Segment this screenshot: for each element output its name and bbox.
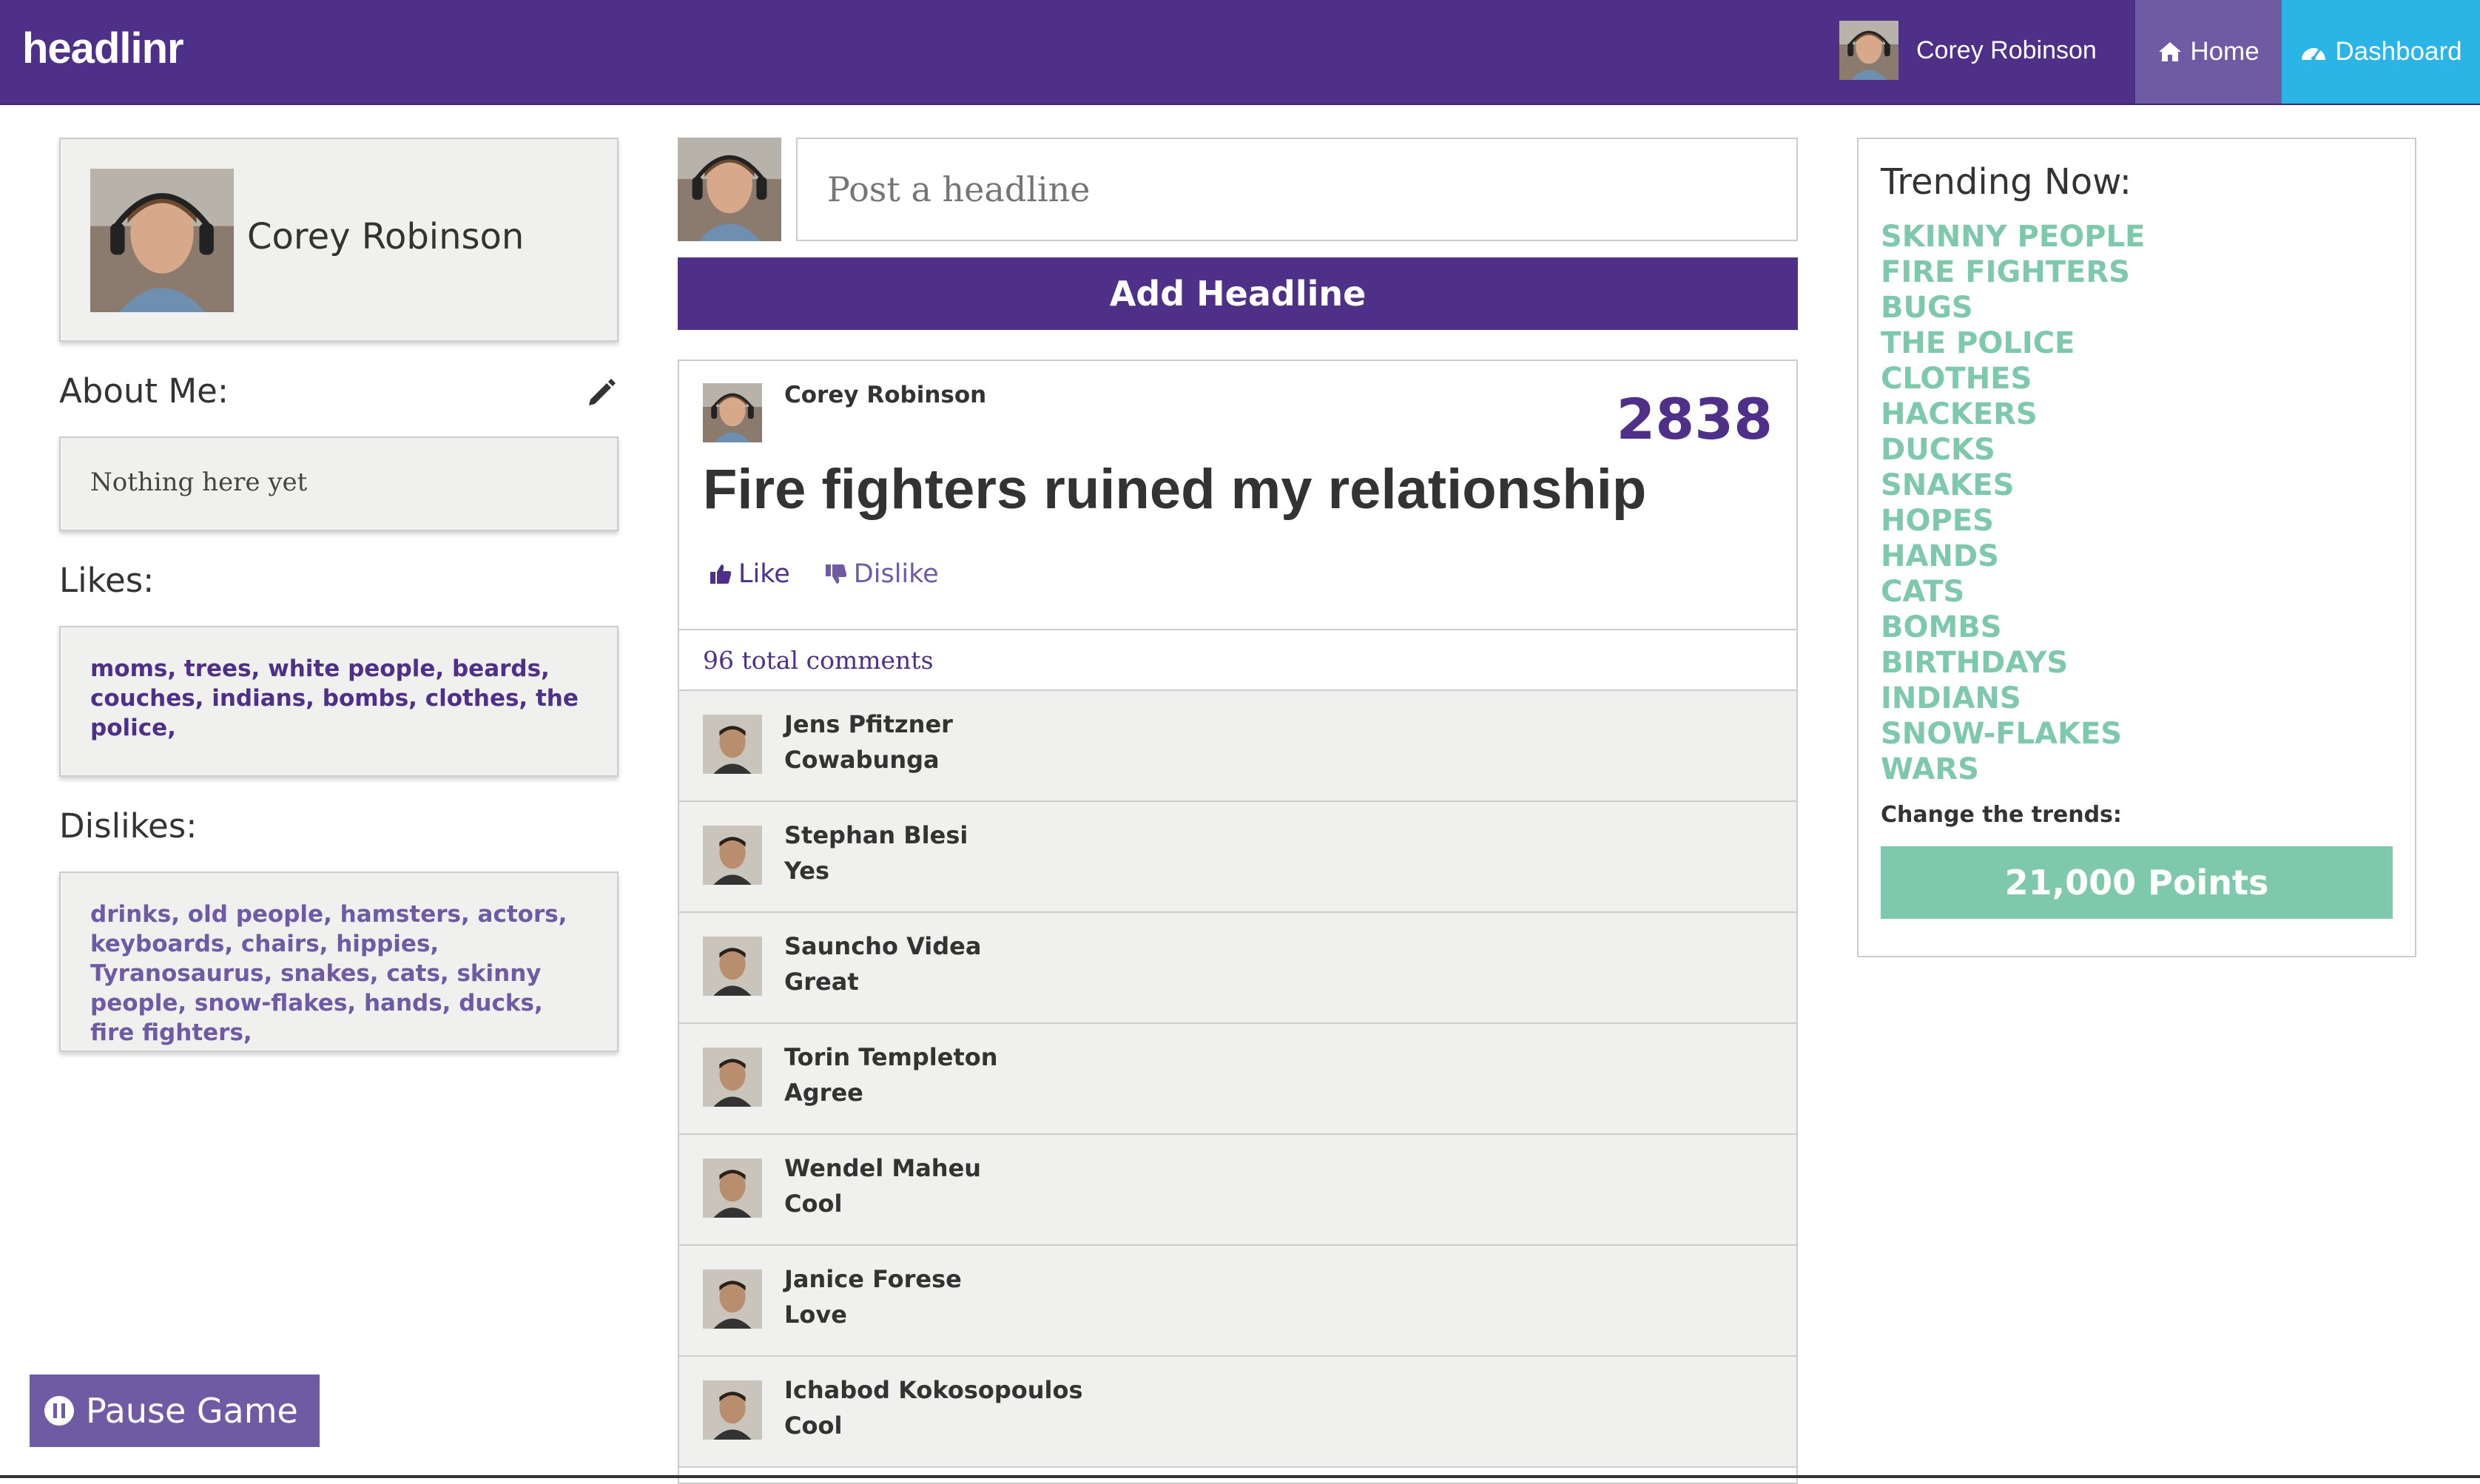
- commenter-avatar: [703, 715, 762, 774]
- trending-item[interactable]: FIRE FIGHTERS: [1881, 254, 2145, 290]
- headline-post-card: Corey Robinson 2838 Fire fighters ruined…: [678, 360, 1798, 1484]
- trending-item[interactable]: SNOW-FLAKES: [1881, 716, 2145, 752]
- points-button[interactable]: 21,000 Points: [1881, 846, 2393, 919]
- about-me-heading: About Me:: [59, 371, 229, 411]
- nav-home-label: Home: [2190, 37, 2260, 66]
- nav-home-link[interactable]: Home: [2135, 0, 2282, 104]
- comment-item: Wendel Maheu Cool: [679, 1135, 1796, 1246]
- commenter-name: Sauncho Videa: [784, 932, 982, 960]
- headline-input[interactable]: [796, 138, 1798, 241]
- trending-item[interactable]: HANDS: [1881, 539, 2145, 574]
- profile-card: Corey Robinson: [59, 138, 619, 342]
- home-icon: [2159, 42, 2182, 61]
- pause-icon: [44, 1396, 74, 1426]
- trending-item[interactable]: THE POLICE: [1881, 326, 2145, 361]
- commenter-avatar: [703, 1048, 762, 1107]
- post-score: 2838: [1616, 386, 1773, 452]
- trending-list: SKINNY PEOPLE FIRE FIGHTERS BUGS THE POL…: [1881, 219, 2145, 787]
- about-me-text: Nothing here yet: [90, 468, 308, 497]
- profile-name: Corey Robinson: [247, 216, 525, 257]
- comment-text: Yes: [784, 857, 829, 885]
- comment-item: Janice Forese Love: [679, 1246, 1796, 1357]
- like-button[interactable]: Like: [709, 559, 790, 589]
- nav-dashboard-label: Dashboard: [2335, 37, 2462, 66]
- trending-item[interactable]: CATS: [1881, 574, 2145, 610]
- top-navbar: headlinr Corey Robinson Home Dashboard: [0, 0, 2480, 105]
- bottom-border: [0, 1475, 2480, 1478]
- comment-item: Stephan Blesi Yes: [679, 802, 1796, 913]
- trending-item[interactable]: BUGS: [1881, 290, 2145, 326]
- nav-user-name: Corey Robinson: [1916, 36, 2097, 64]
- pencil-icon[interactable]: [586, 376, 619, 408]
- nav-user-menu[interactable]: Corey Robinson: [1839, 21, 2097, 80]
- trending-item[interactable]: HACKERS: [1881, 397, 2145, 432]
- dislikes-heading: Dislikes:: [59, 806, 198, 846]
- post-headline: Fire fighters ruined my relationship: [703, 458, 1647, 521]
- post-author-avatar: [703, 383, 762, 442]
- trending-title: Trending Now:: [1881, 161, 2132, 203]
- comments-count[interactable]: 96 total comments: [679, 629, 1796, 691]
- trending-item[interactable]: DUCKS: [1881, 432, 2145, 468]
- likes-card: moms, trees, white people, beards, couch…: [59, 626, 619, 777]
- commenter-name: Wendel Maheu: [784, 1154, 982, 1182]
- comment-text: Love: [784, 1301, 847, 1329]
- thumbs-down-icon: [825, 564, 847, 584]
- thumbs-up-icon: [710, 564, 732, 584]
- change-trends-label: Change the trends:: [1881, 802, 2122, 828]
- composer-avatar: [678, 138, 781, 241]
- comment-text: Cowabunga: [784, 746, 940, 774]
- commenter-name: Stephan Blesi: [784, 821, 968, 849]
- add-headline-button[interactable]: Add Headline: [678, 257, 1798, 330]
- trending-card: Trending Now: SKINNY PEOPLE FIRE FIGHTER…: [1857, 138, 2416, 957]
- trending-item[interactable]: HOPES: [1881, 503, 2145, 539]
- pause-game-button[interactable]: Pause Game: [30, 1375, 320, 1447]
- trending-item[interactable]: SKINNY PEOPLE: [1881, 219, 2145, 254]
- comment-text: Agree: [784, 1079, 863, 1107]
- dislikes-card: drinks, old people, hamsters, actors, ke…: [59, 871, 619, 1052]
- likes-list: moms, trees, white people, beards, couch…: [90, 655, 579, 741]
- comment-text: Cool: [784, 1412, 843, 1440]
- dislike-button[interactable]: Dislike: [824, 559, 939, 589]
- commenter-name: Jens Pfitzner: [784, 710, 953, 738]
- commenter-name: Ichabod Kokosopoulos: [784, 1376, 1083, 1404]
- trending-item[interactable]: WARS: [1881, 752, 2145, 787]
- commenter-name: Janice Forese: [784, 1265, 962, 1293]
- trending-item[interactable]: BOMBS: [1881, 610, 2145, 645]
- post-actions: Like Dislike: [709, 559, 973, 589]
- pause-game-label: Pause Game: [86, 1391, 298, 1431]
- commenter-avatar: [703, 1158, 762, 1218]
- commenter-name: Torin Templeton: [784, 1043, 998, 1071]
- trending-item[interactable]: SNAKES: [1881, 468, 2145, 503]
- comment-item: Sauncho Videa Great: [679, 913, 1796, 1024]
- commenter-avatar: [703, 826, 762, 885]
- nav-dashboard-link[interactable]: Dashboard: [2282, 0, 2480, 104]
- trending-item[interactable]: CLOTHES: [1881, 361, 2145, 397]
- commenter-avatar: [703, 1269, 762, 1329]
- comment-item: Jens Pfitzner Cowabunga: [679, 691, 1796, 802]
- comments-list: Jens Pfitzner Cowabunga Stephan Blesi Ye…: [679, 691, 1796, 1468]
- comment-item: Torin Templeton Agree: [679, 1024, 1796, 1135]
- commenter-avatar: [703, 1380, 762, 1440]
- comment-item: Ichabod Kokosopoulos Cool: [679, 1357, 1796, 1468]
- dashboard-icon: [2302, 48, 2326, 61]
- likes-heading: Likes:: [59, 561, 155, 600]
- comment-text: Great: [784, 968, 859, 996]
- dislikes-list: drinks, old people, hamsters, actors, ke…: [90, 901, 567, 1046]
- user-avatar: [1839, 21, 1898, 80]
- trending-item[interactable]: BIRTHDAYS: [1881, 645, 2145, 681]
- about-me-card: Nothing here yet: [59, 436, 619, 531]
- comment-text: Cool: [784, 1190, 843, 1218]
- trending-item[interactable]: INDIANS: [1881, 681, 2145, 716]
- like-label: Like: [738, 559, 790, 589]
- dislike-label: Dislike: [853, 559, 939, 589]
- profile-avatar: [90, 169, 234, 312]
- commenter-avatar: [703, 937, 762, 996]
- post-author-name[interactable]: Corey Robinson: [784, 382, 986, 408]
- brand-logo[interactable]: headlinr: [22, 24, 184, 73]
